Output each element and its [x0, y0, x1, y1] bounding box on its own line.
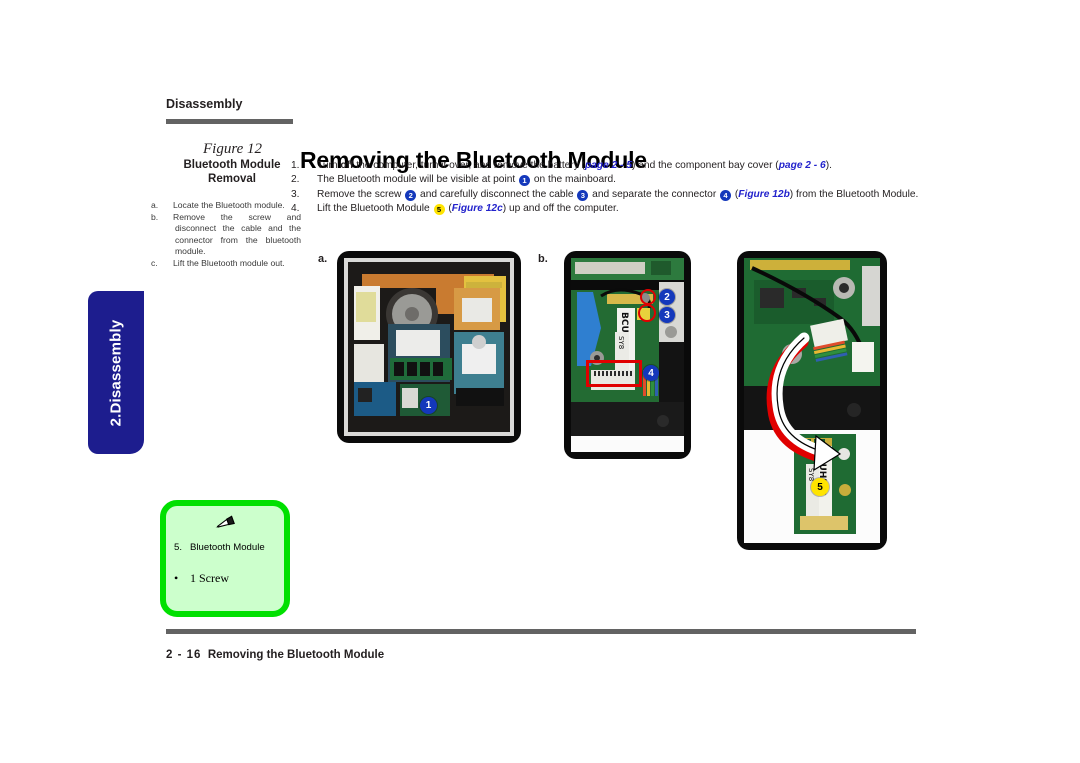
- step-number: 2.: [291, 174, 300, 186]
- step-number: 4.: [291, 203, 300, 215]
- highlight-cable: [638, 304, 656, 322]
- photo-badge-2: 2: [659, 289, 675, 305]
- highlight-screw: [640, 289, 656, 305]
- figure-number: Figure 12: [202, 141, 263, 157]
- footer-title: Removing the Bluetooth Module: [207, 649, 385, 661]
- step-text: The Bluetooth module will be visible at …: [317, 174, 519, 186]
- footer: 2 - 16 Removing the Bluetooth Module: [166, 649, 384, 661]
- figure-sub-note-text: Locate the Bluetooth module.: [173, 200, 285, 210]
- step-text: on the mainboard.: [531, 174, 616, 186]
- note-item-number: 5.: [174, 542, 183, 553]
- figure-sub-note-text: Remove the screw and disconnect the cabl…: [173, 211, 301, 257]
- pencil-icon: [214, 515, 236, 536]
- footer-page-number: 2 - 16: [166, 649, 202, 661]
- photo-badge-4: 4: [643, 365, 659, 381]
- figure-sub-note: c. Lift the Bluetooth module out.: [151, 257, 301, 270]
- header-rule: [166, 119, 293, 124]
- figure-sub-note-letter: a.: [151, 200, 159, 210]
- footer-rule: [166, 629, 916, 634]
- photo-badge-1: 1: [420, 397, 437, 414]
- figure-sub-note-letter: c.: [151, 257, 158, 268]
- chapter-tab-label: 2.Disassembly: [107, 319, 125, 426]
- photo-badge-3: 3: [659, 307, 675, 323]
- step-emphasis: off: [340, 160, 354, 171]
- procedure-step: 1. Turn off the computer, turn it over, a…: [291, 159, 931, 173]
- figure-sub-note-letter: b.: [151, 211, 159, 222]
- note-item-label: Bluetooth Module: [190, 542, 265, 553]
- callout-chip-5: 5: [433, 204, 445, 216]
- parts-note-box: 5. Bluetooth Module • 1 Screw: [160, 500, 290, 617]
- callout-chip-3: 3: [577, 189, 589, 201]
- svg-text:SY8: SY8: [617, 336, 625, 349]
- panel-label-a: a.: [318, 253, 328, 265]
- step-text: Remove the screw: [317, 188, 405, 200]
- step-number: 3.: [291, 188, 300, 200]
- figure-photo-b: BCUHKJB SY8: [564, 251, 691, 459]
- figure-sub-notes: a. Locate the Bluetooth module. b. Remove t…: [151, 200, 301, 270]
- step-text: Turn: [317, 160, 341, 171]
- cross-reference-link[interactable]: Figure 12c: [452, 203, 503, 214]
- photo-badge-5: 5: [811, 478, 829, 496]
- procedure-step: 4. Lift the Bluetooth Module 5 (Figure 12…: [291, 202, 931, 216]
- step-number: 1.: [291, 160, 300, 171]
- panel-label-b: b.: [538, 253, 548, 265]
- figure-sub-note: b. Remove the screw and disconnect the ca…: [151, 211, 301, 258]
- callout-chip-2: 2: [405, 189, 417, 201]
- figure-caption-line2: Removal: [208, 173, 256, 185]
- note-item-screw: • 1 Screw: [174, 571, 288, 586]
- cross-reference-link[interactable]: page 2 - 6: [779, 160, 826, 171]
- callout-chip-4: 4: [720, 189, 732, 201]
- step-text: ) from the Bluetooth Module.: [789, 188, 919, 200]
- figure-caption-line1: Bluetooth Module: [183, 159, 281, 171]
- note-bullet-label: 1 Screw: [190, 571, 229, 585]
- manual-page: 2.Disassembly Disassembly Figure 12 Blue…: [0, 0, 1080, 763]
- step-text: ) up and off the computer.: [502, 203, 619, 215]
- cross-reference-link[interactable]: page 2 - 5: [585, 160, 632, 171]
- figure-sub-note-text: Lift the Bluetooth module out.: [173, 257, 285, 268]
- figure-caption: Bluetooth Module Removal: [158, 158, 306, 186]
- step-text: and separate the connector: [589, 188, 720, 200]
- cross-reference-link[interactable]: Figure 12b: [738, 189, 790, 200]
- procedure-steps: 1. Turn off the computer, turn it over, a…: [291, 159, 931, 217]
- procedure-step: 3. Remove the screw 2 and carefully disco…: [291, 188, 931, 202]
- page-header-title: Disassembly: [166, 97, 243, 111]
- step-text: and carefully disconnect the cable: [417, 188, 577, 200]
- step-text: Lift the Bluetooth Module: [317, 203, 433, 215]
- figure-photo-c: BCUHKJB SY8 5: [737, 251, 887, 550]
- procedure-step: 2. The Bluetooth module will be visible a…: [291, 173, 931, 187]
- step-text: ) and the component bay cover (: [632, 160, 779, 171]
- step-text: ).: [825, 160, 832, 171]
- callout-chip-1: 1: [519, 175, 531, 187]
- figure-sub-note: a. Locate the Bluetooth module.: [151, 200, 301, 212]
- chapter-tab-disassembly[interactable]: 2.Disassembly: [88, 291, 144, 454]
- note-bullet: •: [174, 571, 179, 585]
- figure-photo-a: 1: [337, 251, 521, 443]
- highlight-connector: [586, 360, 642, 387]
- step-text: the computer, turn it over, and remove t…: [353, 160, 586, 171]
- note-item-bluetooth-module: 5. Bluetooth Module: [174, 542, 288, 553]
